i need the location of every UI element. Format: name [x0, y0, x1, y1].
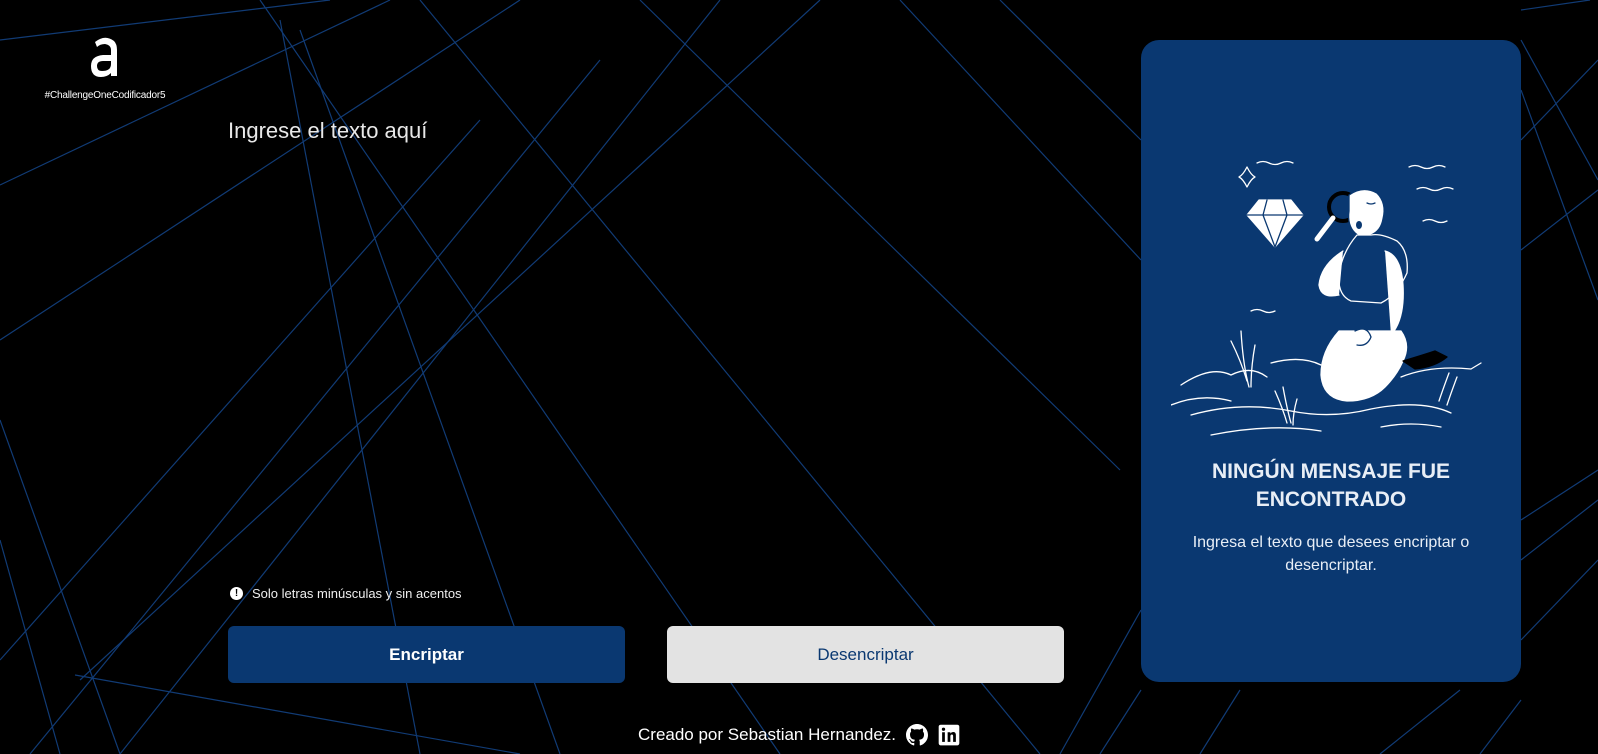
result-panel: NINGÚN MENSAJE FUE ENCONTRADO Ingresa el…: [1141, 40, 1521, 682]
linkedin-icon[interactable]: [938, 724, 960, 746]
decrypt-button[interactable]: Desencriptar: [667, 626, 1064, 683]
footer-credit: Creado por Sebastian Hernandez.: [638, 725, 896, 744]
encrypt-button[interactable]: Encriptar: [228, 626, 625, 683]
result-title: NINGÚN MENSAJE FUE ENCONTRADO: [1211, 460, 1451, 511]
person-with-magnifying-glass-illustration: [1171, 160, 1482, 436]
alura-logo-icon: [91, 37, 117, 77]
exclamation-circle-icon: !: [230, 587, 243, 600]
app-stage: #ChallengeOneCodificador5 ! Solo letras …: [0, 0, 1598, 754]
footer: Creado por Sebastian Hernandez.: [0, 724, 1598, 746]
logo-block: #ChallengeOneCodificador5: [40, 32, 170, 101]
text-input[interactable]: [228, 118, 1068, 558]
input-hint: ! Solo letras minúsculas y sin acentos: [230, 586, 462, 601]
result-description: Ingresa el texto que desees encriptar o …: [1192, 534, 1470, 574]
challenge-hashtag: #ChallengeOneCodificador5: [44, 90, 166, 101]
github-icon[interactable]: [906, 724, 928, 746]
hint-text: Solo letras minúsculas y sin acentos: [252, 586, 462, 601]
